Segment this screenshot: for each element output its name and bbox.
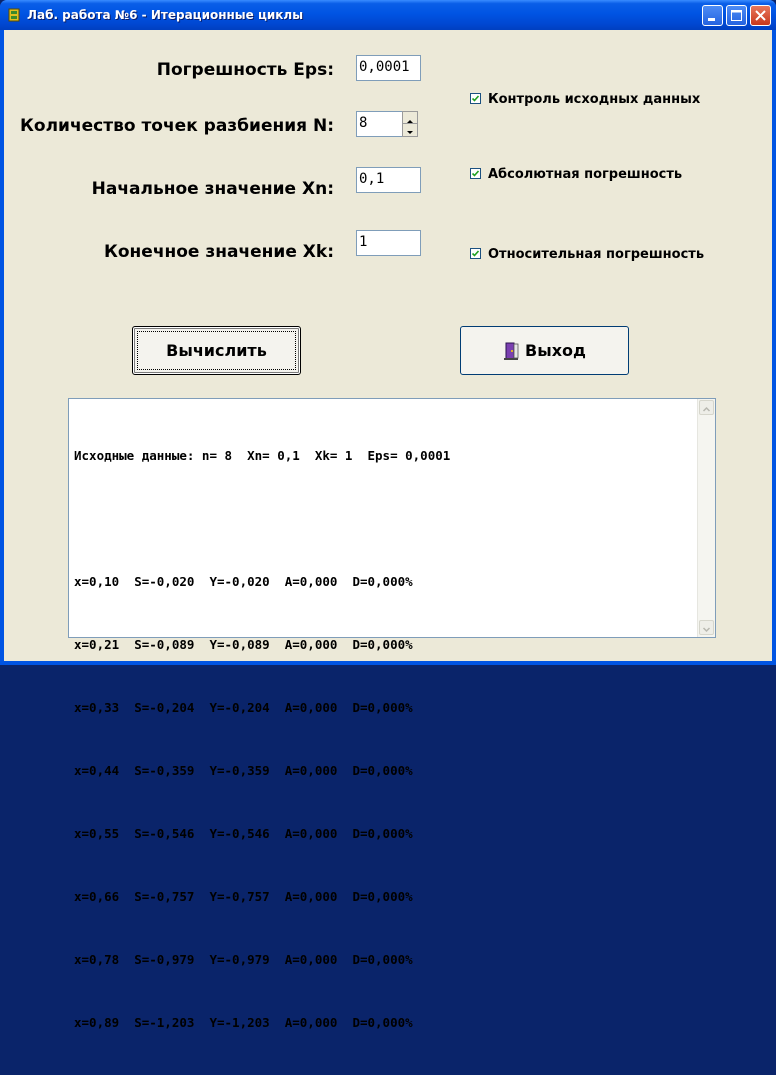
minimize-icon [708,18,715,21]
spin-up-button[interactable] [403,112,417,124]
output-text: Исходные данные: n= 8 Xn= 0,1 Xk= 1 Eps=… [74,403,450,1075]
compute-button[interactable]: Вычислить [132,326,301,375]
xk-input[interactable]: 1 [356,230,421,256]
checkbox-label: Абсолютная погрешность [488,167,683,182]
output-memo[interactable]: Исходные данные: n= 8 Xn= 0,1 Xk= 1 Eps=… [68,398,716,1030]
app-icon [8,8,20,22]
checkbox-checked-icon [470,93,481,104]
output-line: x=0,21 S=-0,089 Y=-0,089 A=0,000 D=0,000… [74,637,413,652]
output-line: x=0,78 S=-0,979 Y=-0,979 A=0,000 D=0,000… [74,952,413,967]
scroll-up-button[interactable] [699,400,714,415]
vertical-scrollbar[interactable] [697,399,715,637]
output-line: x=0,44 S=-0,359 Y=-0,359 A=0,000 D=0,000… [74,763,413,778]
checkbox-absolute-error[interactable]: Абсолютная погрешность [470,167,682,182]
checkbox-checked-icon [470,248,481,259]
door-exit-icon [504,342,519,360]
checkbox-label: Контроль исходных данных [488,92,701,107]
chevron-up-icon [702,406,711,412]
output-line: x=0,10 S=-0,020 Y=-0,020 A=0,000 D=0,000… [74,574,413,589]
xn-label: Начальное значение Xn: [91,179,334,199]
checkbox-label: Относительная погрешность [488,247,705,262]
app-window: Лаб. работа №6 - Итерационные циклы Погр… [0,0,776,1030]
eps-input[interactable]: 0,0001 [356,55,421,81]
close-button[interactable] [750,5,771,26]
checkbox-relative-error[interactable]: Относительная погрешность [470,247,704,262]
client-area: Погрешность Eps: Количество точек разбие… [4,30,772,1030]
eps-label: Погрешность Eps: [156,60,334,80]
output-line: Исходные данные: n= 8 Xn= 0,1 Xk= 1 Eps=… [74,448,451,463]
checkbox-input-control[interactable]: Контроль исходных данных [470,92,700,107]
minimize-button[interactable] [702,5,723,26]
maximize-button[interactable] [726,5,747,26]
exit-button[interactable]: Выход [460,326,629,375]
n-label: Количество точек разбиения N: [20,116,334,136]
chevron-down-icon [702,627,711,633]
output-line: x=0,55 S=-0,546 Y=-0,546 A=0,000 D=0,000… [74,826,413,841]
arrow-down-icon [407,131,413,134]
window-bottom-border [0,661,776,665]
scroll-down-button[interactable] [699,620,714,635]
window-title: Лаб. работа №6 - Итерационные циклы [27,8,304,22]
output-line: x=0,33 S=-0,204 Y=-0,204 A=0,000 D=0,000… [74,700,413,715]
output-line: x=0,89 S=-1,203 Y=-1,203 A=0,000 D=0,000… [74,1015,413,1030]
xk-label: Конечное значение Xk: [103,242,334,262]
close-icon [755,10,766,21]
checkbox-checked-icon [470,168,481,179]
spin-down-button[interactable] [403,124,417,136]
exit-button-label: Выход [525,341,586,360]
title-bar[interactable]: Лаб. работа №6 - Итерационные циклы [0,0,776,30]
maximize-icon [731,10,742,21]
xn-input[interactable]: 0,1 [356,167,421,193]
n-spinner[interactable] [402,111,418,137]
output-line: x=0,66 S=-0,757 Y=-0,757 A=0,000 D=0,000… [74,889,413,904]
n-input[interactable]: 8 [356,111,404,137]
focus-rectangle [137,331,296,370]
